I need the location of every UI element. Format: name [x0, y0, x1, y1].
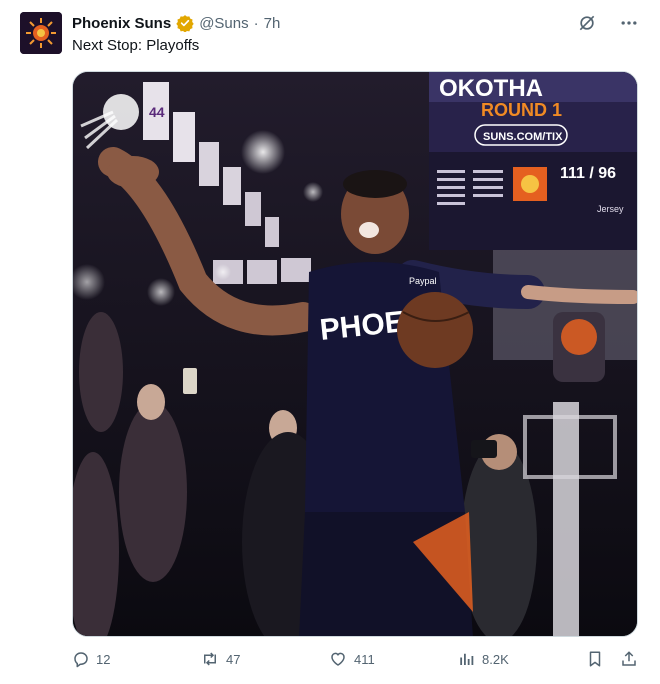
tweet-top-actions	[576, 12, 640, 34]
scoreboard-jumbotron: OKOTHA ROUND 1 SUNS.COM/TIX 111 / 96 Jer…	[429, 72, 637, 250]
bookmark-button[interactable]	[586, 650, 604, 668]
banner-number: 44	[149, 104, 165, 120]
avatar[interactable]	[20, 12, 62, 54]
reply-button[interactable]: 12	[72, 650, 110, 668]
scoreboard-score-text: 111 / 96	[560, 165, 616, 182]
verified-badge-icon	[176, 14, 194, 32]
like-button[interactable]: 411	[328, 650, 375, 668]
bookmark-icon	[589, 651, 601, 667]
celebration-photo: 44 OKOTHA ROUND 1 SUNS.COM/TIX 111 / 96 …	[73, 72, 637, 636]
share-button[interactable]	[620, 650, 638, 668]
views-chart-icon	[460, 653, 474, 665]
tweet-card[interactable]: Phoenix Suns @Suns · 7h Next Stop: Playo…	[0, 0, 660, 684]
grok-icon[interactable]	[576, 12, 598, 34]
timestamp[interactable]: 7h	[264, 15, 281, 32]
tweet-text: Next Stop: Playoffs	[72, 37, 200, 54]
more-options-icon[interactable]	[618, 12, 640, 34]
author-handle[interactable]: @Suns	[199, 15, 248, 32]
scoreboard-round-text: ROUND 1	[481, 100, 562, 120]
fan-phone	[183, 368, 197, 394]
repost-count: 47	[226, 651, 241, 667]
reply-count: 12	[96, 651, 111, 667]
like-count: 411	[354, 651, 375, 667]
share-icon	[622, 651, 636, 666]
scoreboard-site-text: SUNS.COM/TIX	[483, 131, 563, 143]
jersey-sponsor-text: Paypal	[409, 276, 437, 286]
tweet-media-image[interactable]: 44 OKOTHA ROUND 1 SUNS.COM/TIX 111 / 96 …	[72, 71, 638, 637]
scoreboard-sponsor-text: Jersey	[597, 204, 624, 214]
repost-button[interactable]: 47	[200, 650, 240, 668]
heart-icon	[331, 652, 345, 666]
reply-icon	[74, 652, 88, 668]
repost-icon	[204, 652, 216, 666]
suns-logo-icon	[20, 12, 62, 54]
author-name[interactable]: Phoenix Suns	[72, 15, 171, 32]
tweet-header: Phoenix Suns @Suns · 7h	[72, 12, 280, 34]
separator-dot: ·	[253, 14, 259, 32]
tweet-actions-bar: 12 47 411 8.2K	[72, 650, 638, 674]
scoreboard-banner-text: OKOTHA	[439, 75, 543, 102]
camera	[471, 440, 497, 458]
views-count: 8.2K	[482, 651, 509, 667]
views-button[interactable]: 8.2K	[458, 650, 509, 668]
